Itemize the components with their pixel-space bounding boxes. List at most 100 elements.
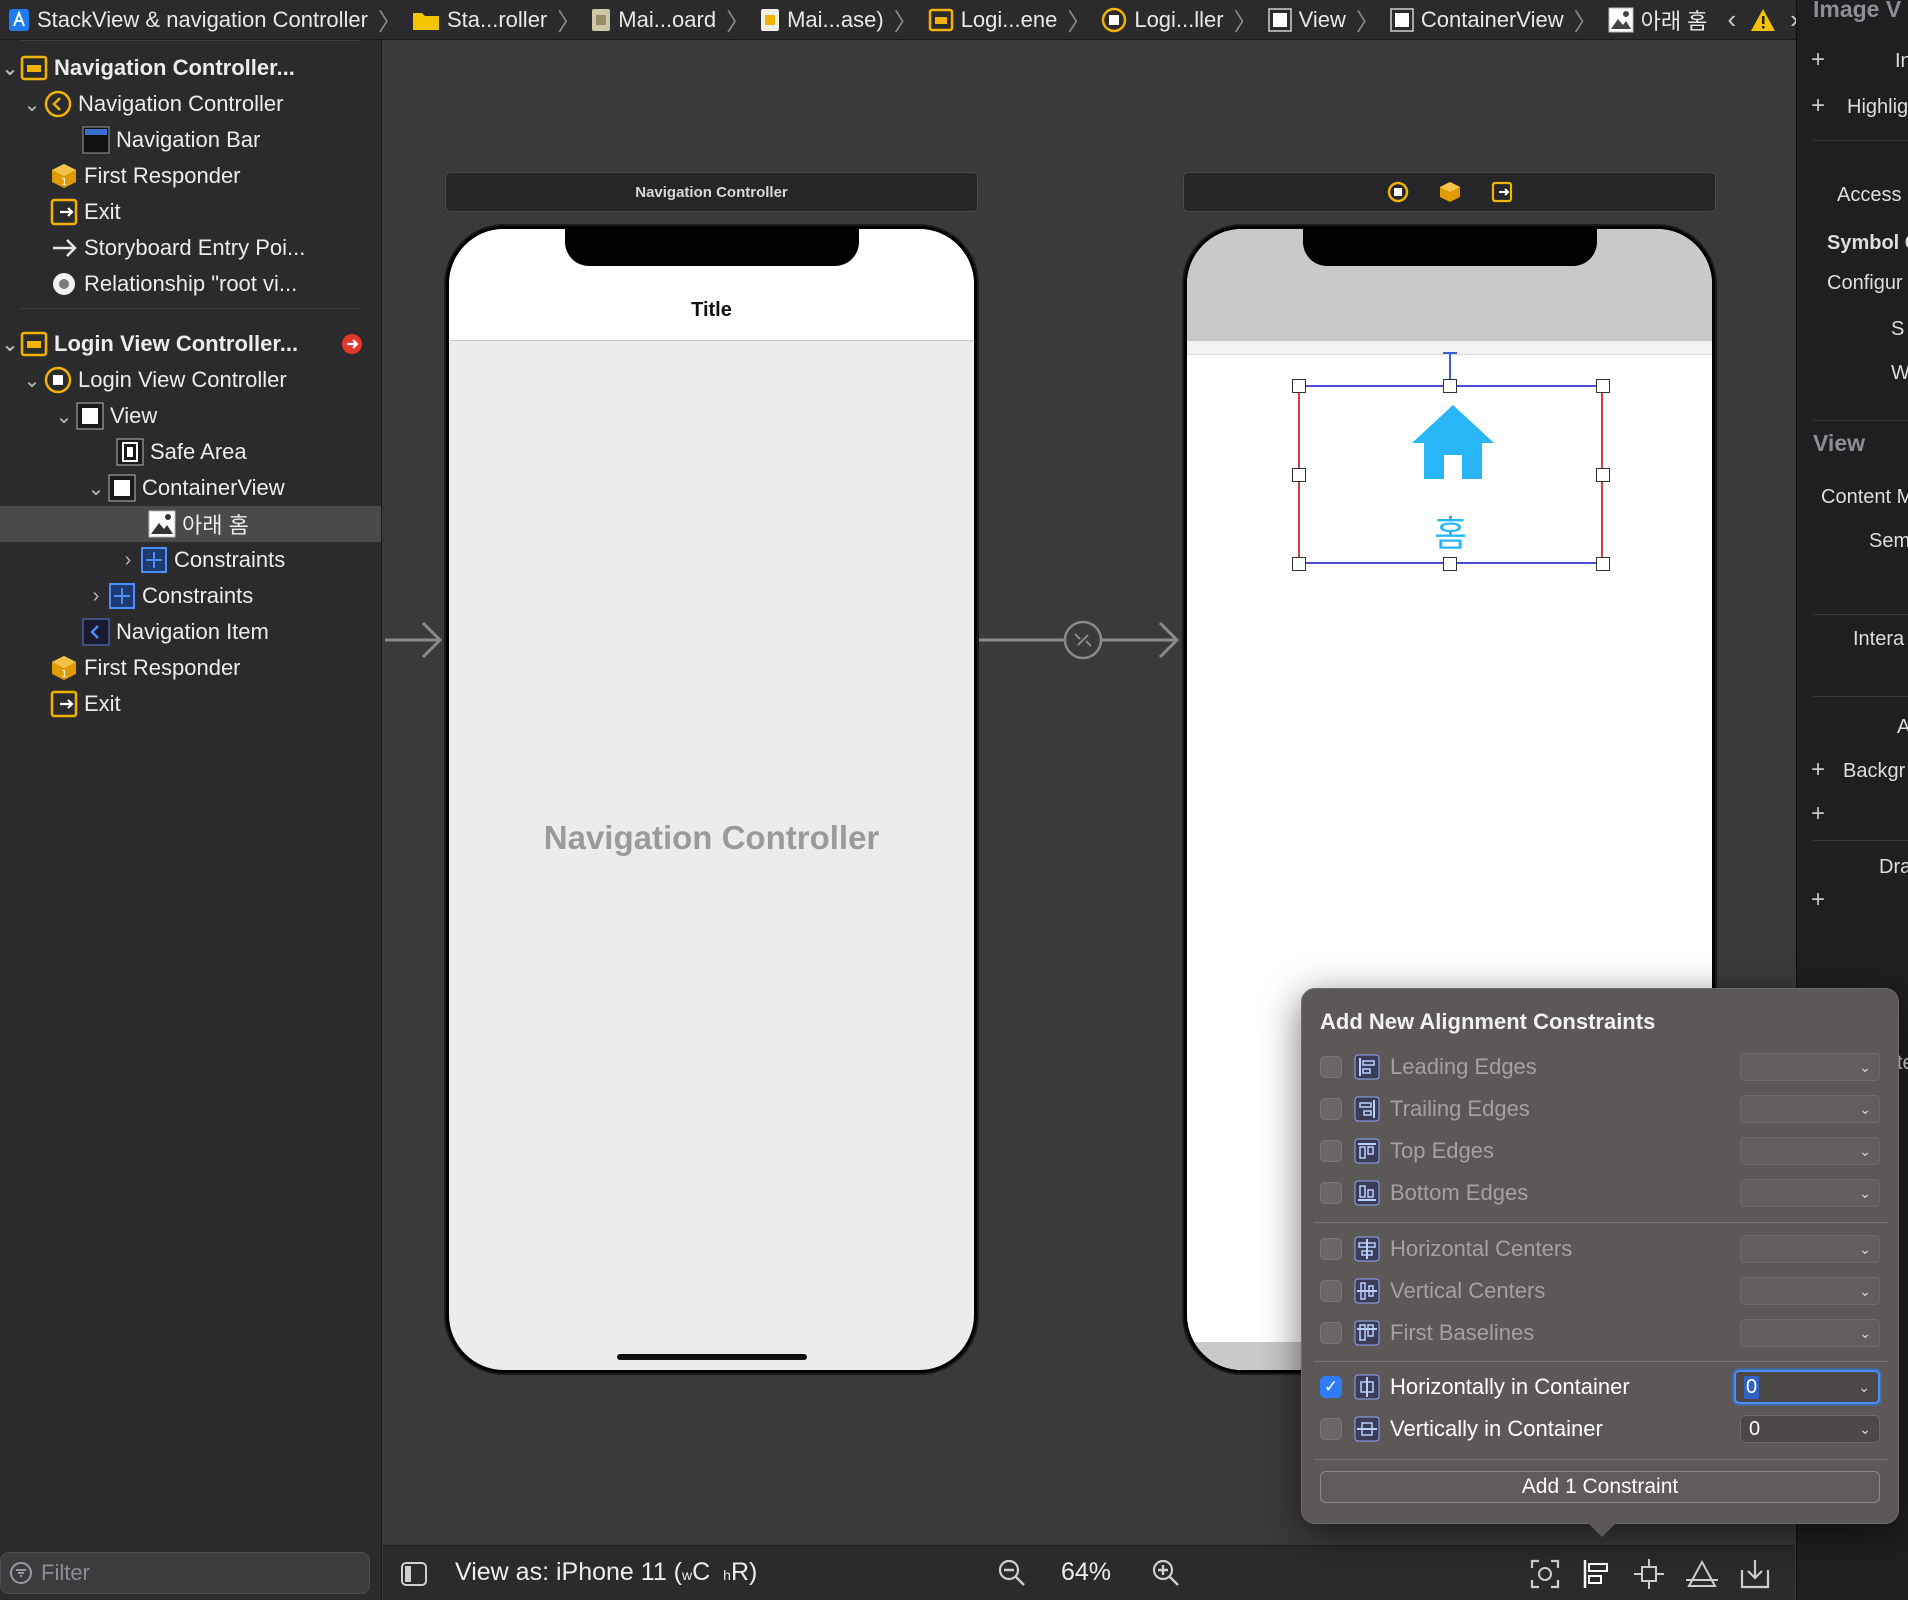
toggle-outline-icon[interactable] <box>401 1562 427 1586</box>
tree-row-login-view-controller[interactable]: ⌄ Login View Controller <box>0 362 381 398</box>
filter-field[interactable]: Filter <box>0 1552 370 1594</box>
add-constraint-button[interactable]: Add 1 Constraint <box>1320 1471 1880 1503</box>
nav-controller-device[interactable]: Title Navigation Controller <box>446 226 977 1373</box>
tree-row-first-responder[interactable]: 1 First Responder <box>0 158 381 194</box>
exit-icon <box>50 198 78 226</box>
chevron-down-icon[interactable]: ⌄ <box>52 404 76 429</box>
selected-image-view[interactable]: 홈 <box>1298 385 1603 564</box>
error-badge-icon[interactable] <box>338 330 366 358</box>
embed-in-icon[interactable] <box>1739 1558 1771 1590</box>
trailing-edges-checkbox[interactable] <box>1320 1098 1342 1120</box>
tree-row-navigation-item[interactable]: Navigation Item <box>0 614 381 650</box>
resize-handle-tr[interactable] <box>1596 379 1610 393</box>
zoom-out-icon[interactable] <box>997 1558 1027 1588</box>
login-scene-dock[interactable] <box>1183 172 1716 212</box>
tree-row-navigation-controller[interactable]: ⌄ Navigation Controller <box>0 86 381 122</box>
resize-handle-br[interactable] <box>1596 557 1610 571</box>
plus-icon[interactable]: + <box>1811 756 1825 784</box>
resize-handle-ml[interactable] <box>1292 468 1306 482</box>
tree-row-first-responder-2[interactable]: 1 First Responder <box>0 650 381 686</box>
first-responder-icon[interactable] <box>1439 181 1461 203</box>
tree-row-nav-scene[interactable]: ⌄ Navigation Controller... <box>0 50 381 86</box>
tree-row-login-scene[interactable]: ⌄ Login View Controller... <box>0 326 381 362</box>
plus-icon[interactable]: + <box>1811 46 1825 74</box>
tree-row-image-view[interactable]: 아래 홈 <box>0 506 381 542</box>
breadcrumb-item-view-controller[interactable]: Logi...ller <box>1097 7 1227 33</box>
chevron-right-icon[interactable]: › <box>116 549 140 572</box>
view-icon <box>108 474 136 502</box>
zoom-in-icon[interactable] <box>1151 1558 1181 1588</box>
update-frames-icon[interactable] <box>1529 1558 1561 1590</box>
tree-row-safe-area[interactable]: Safe Area <box>0 434 381 470</box>
align-icon[interactable] <box>1581 1558 1613 1590</box>
view-as-device[interactable]: View as: iPhone 11 (wC hR) <box>455 1558 757 1587</box>
breadcrumb-item-project[interactable]: StackView & navigation Controller <box>4 7 372 33</box>
breadcrumb-item-storyboard[interactable]: Mai...oard <box>587 7 720 33</box>
resize-handle-mr[interactable] <box>1596 468 1610 482</box>
breadcrumb-item-containerview[interactable]: ContainerView <box>1386 7 1568 33</box>
resize-handle-bc[interactable] <box>1443 557 1457 571</box>
chevron-down-icon[interactable]: ⌄ <box>20 368 44 393</box>
first-baselines-checkbox[interactable] <box>1320 1322 1342 1344</box>
chevron-down-icon[interactable]: ⌄ <box>0 332 20 357</box>
nav-scene-dock[interactable]: Navigation Controller <box>445 172 978 212</box>
tree-row-view[interactable]: ⌄ View <box>0 398 381 434</box>
chevron-down-icon[interactable]: ⌄ <box>20 92 44 117</box>
trailing-edges-value[interactable]: ⌄ <box>1740 1095 1880 1123</box>
vertical-centers-value[interactable]: ⌄ <box>1740 1277 1880 1305</box>
warning-icon[interactable] <box>1750 8 1776 32</box>
resize-handle-bl[interactable] <box>1292 557 1306 571</box>
vertically-in-container-checkbox[interactable] <box>1320 1418 1342 1440</box>
horizontal-centers-value[interactable]: ⌄ <box>1740 1235 1880 1263</box>
first-baselines-value[interactable]: ⌄ <box>1740 1319 1880 1347</box>
tree-row-constraints-inner[interactable]: › Constraints <box>0 542 381 578</box>
leading-edges-value[interactable]: ⌄ <box>1740 1053 1880 1081</box>
horizontal-centers-checkbox[interactable] <box>1320 1238 1342 1260</box>
bottom-edges-value[interactable]: ⌄ <box>1740 1179 1880 1207</box>
resolve-issues-icon[interactable] <box>1685 1558 1719 1590</box>
plus-icon[interactable]: + <box>1811 800 1825 828</box>
breadcrumb-item-image-view[interactable]: 아래 홈 <box>1604 4 1712 36</box>
plus-icon[interactable]: + <box>1811 886 1825 914</box>
vertical-centers-checkbox[interactable] <box>1320 1280 1342 1302</box>
vertically-in-container-value[interactable]: 0 ⌄ <box>1740 1415 1880 1443</box>
horizontally-in-container-checkbox[interactable]: ✓ <box>1320 1376 1342 1398</box>
tree-row-exit-2[interactable]: Exit <box>0 686 381 722</box>
exit-icon[interactable] <box>1491 181 1513 203</box>
entry-point-arrow[interactable] <box>383 615 445 665</box>
view-controller-icon[interactable] <box>1387 181 1409 203</box>
chevron-down-icon: ⌄ <box>1859 1058 1871 1075</box>
horizontally-in-container-value[interactable]: 0 ⌄ <box>1734 1370 1880 1404</box>
plus-icon[interactable]: + <box>1811 92 1825 120</box>
chevron-down-icon[interactable]: ⌄ <box>84 476 108 501</box>
resize-handle-tc[interactable] <box>1443 379 1457 393</box>
tree-row-storyboard-entry[interactable]: Storyboard Entry Poi... <box>0 230 381 266</box>
constraint-row-top-edges: Top Edges ⌄ <box>1320 1133 1880 1169</box>
tree-row-navigation-bar[interactable]: Navigation Bar <box>0 122 381 158</box>
tree-row-constraints-outer[interactable]: › Constraints <box>0 578 381 614</box>
tree-row-containerview[interactable]: ⌄ ContainerView <box>0 470 381 506</box>
home-indicator <box>616 1354 807 1360</box>
nav-controller-placeholder: Navigation Controller <box>543 819 880 856</box>
chevron-left-icon[interactable]: ‹ <box>1727 4 1736 35</box>
breadcrumb-item-folder[interactable]: Sta...roller <box>408 7 551 33</box>
tree-row-relationship[interactable]: Relationship "root vi... <box>0 266 381 302</box>
top-edges-value[interactable]: ⌄ <box>1740 1137 1880 1165</box>
constraint-row-horizontal-centers: Horizontal Centers ⌄ <box>1320 1231 1880 1267</box>
top-edges-checkbox[interactable] <box>1320 1140 1342 1162</box>
leading-edges-checkbox[interactable] <box>1320 1056 1342 1078</box>
breadcrumb-item-storyboard-base[interactable]: Mai...ase) <box>756 7 888 33</box>
device-notch <box>564 226 859 266</box>
view-controller-icon <box>44 366 72 394</box>
resize-handle-tl[interactable] <box>1292 379 1306 393</box>
chevron-right-icon: 〉 <box>1573 9 1598 36</box>
chevron-right-icon[interactable]: › <box>84 585 108 608</box>
breadcrumb-item-scene[interactable]: Logi...ene <box>924 7 1062 33</box>
safe-area-icon <box>116 438 144 466</box>
tree-row-exit[interactable]: Exit <box>0 194 381 230</box>
zoom-level[interactable]: 64% <box>1061 1558 1111 1587</box>
bottom-edges-checkbox[interactable] <box>1320 1182 1342 1204</box>
breadcrumb-item-view[interactable]: View <box>1264 7 1350 33</box>
chevron-down-icon[interactable]: ⌄ <box>0 56 20 81</box>
add-constraints-icon[interactable] <box>1633 1558 1665 1590</box>
